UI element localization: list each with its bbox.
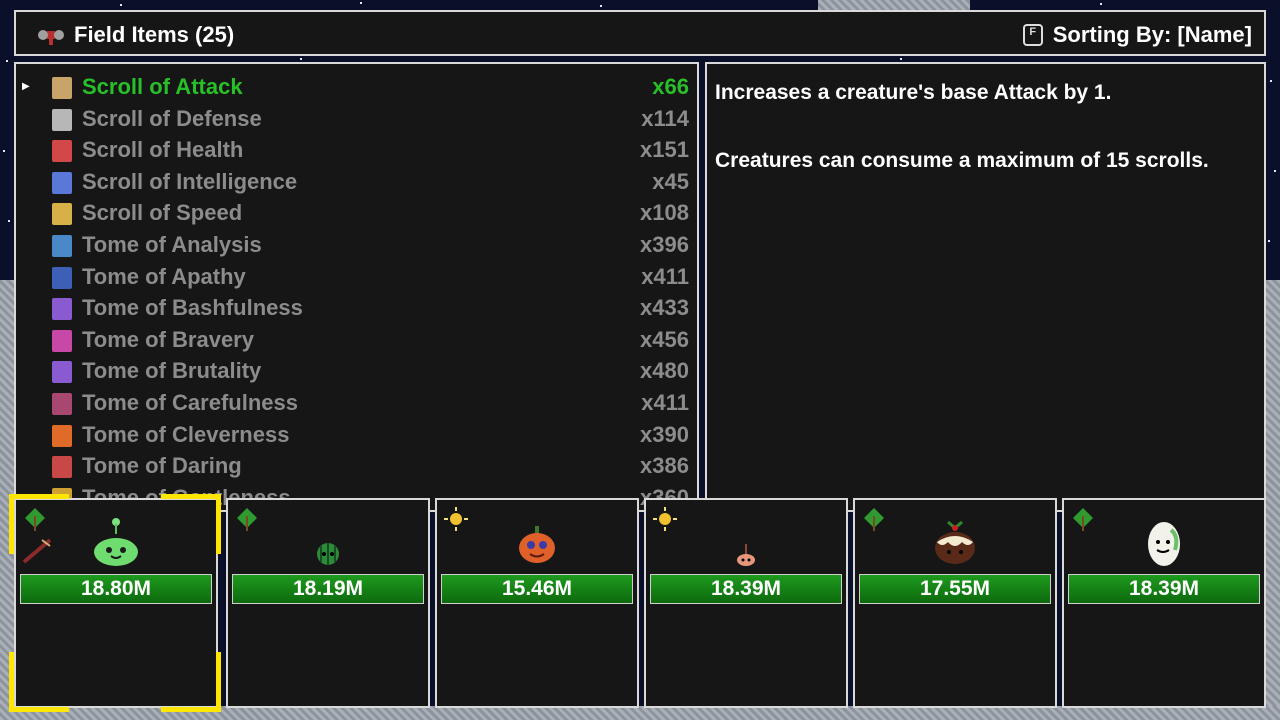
item-quantity: x151 (640, 137, 689, 163)
pudding-creature (935, 520, 975, 564)
tome-icon (52, 266, 72, 289)
list-item[interactable]: Tome of Daring x386 (16, 451, 697, 483)
item-name: Tome of Carefulness (82, 390, 298, 415)
small-sprout-creature (737, 544, 755, 566)
power-bar: 17.55M (859, 574, 1051, 604)
tome-icon (52, 393, 72, 415)
scroll-icon (52, 108, 72, 131)
inventory-header: Field Items (25) F Sorting By: [Name] (14, 10, 1266, 56)
item-name: Tome of Brutality (82, 358, 262, 384)
item-list[interactable]: ▶ Scroll of Attack x66 Scroll of Defense x11… (14, 62, 699, 512)
power-bar: 15.46M (441, 574, 633, 604)
power-bar: 18.39M (1068, 574, 1260, 604)
party-slot-3[interactable]: 15.46M (435, 498, 639, 708)
scroll-icon (52, 77, 72, 99)
item-name: Tome of Daring (82, 453, 242, 479)
leaf-icon (237, 508, 257, 531)
party-slot-6[interactable]: 18.39M (1062, 498, 1266, 708)
item-quantity: x114 (641, 105, 689, 131)
party-slot-4[interactable]: 18.39M (644, 498, 848, 708)
item-description-panel: Increases a creature's base Attack by 1.… (705, 62, 1266, 512)
list-item[interactable]: Scroll of Intelligence x45 (16, 167, 697, 199)
list-item[interactable]: ▶ Scroll of Attack x66 (16, 72, 697, 104)
item-quantity: x456 (640, 326, 689, 352)
item-quantity: x390 (640, 421, 689, 447)
bow-icon (22, 538, 52, 564)
scroll-icon (52, 140, 72, 163)
tome-icon (52, 329, 72, 352)
tome-icon (52, 456, 72, 479)
sun-icon (653, 507, 677, 531)
item-name: Scroll of Intelligence (82, 168, 298, 194)
list-item[interactable]: Scroll of Health x151 (16, 135, 697, 167)
keyboard-key-icon: F (1022, 24, 1043, 46)
sun-icon (444, 507, 468, 531)
description-line-2: Creatures can consume a maximum of 15 sc… (715, 149, 1209, 172)
item-quantity: x411 (641, 390, 689, 415)
scroll-icon (52, 203, 72, 226)
sort-label: Sorting By: [Name] (1052, 22, 1252, 47)
asteroid-rock-bottom (0, 706, 1280, 720)
item-name: Scroll of Attack (82, 74, 243, 99)
item-name: Tome of Apathy (82, 263, 246, 289)
power-bar: 18.80M (20, 574, 212, 604)
list-item[interactable]: Tome of Analysis x396 (16, 230, 697, 262)
list-item[interactable]: Scroll of Defense x114 (16, 104, 697, 136)
scroll-icon (52, 171, 72, 194)
item-name: Scroll of Speed (82, 200, 243, 226)
item-name: Scroll of Defense (82, 105, 262, 131)
tome-icon (52, 298, 72, 321)
egg-creature (1148, 522, 1180, 566)
item-quantity: x411 (641, 263, 689, 289)
pumpkin-creature (519, 526, 555, 563)
party-slot-5[interactable]: 17.55M (853, 498, 1057, 708)
item-quantity: x108 (640, 200, 689, 226)
item-quantity: x45 (652, 168, 689, 194)
item-quantity: x480 (640, 358, 689, 384)
list-item[interactable]: Scroll of Speed x108 (16, 198, 697, 230)
leaf-icon (864, 508, 884, 531)
page-title: Field Items (25) (74, 22, 235, 47)
item-name: Tome of Analysis (82, 232, 262, 257)
tome-icon (52, 424, 72, 447)
power-bar: 18.19M (232, 574, 424, 604)
tome-icon (52, 361, 72, 384)
item-quantity: x396 (640, 232, 689, 257)
leaf-icon (1073, 508, 1093, 531)
bag-icon (38, 30, 64, 45)
item-name: Tome of Bravery (82, 326, 254, 352)
watermelon-creature (317, 543, 339, 565)
selection-arrow-icon: ▶ (22, 81, 30, 92)
power-bar: 18.39M (650, 574, 842, 604)
item-name: Tome of Cleverness (82, 421, 290, 447)
sort-control[interactable]: F Sorting By: [Name] (1022, 22, 1252, 48)
item-name: Tome of Bashfulness (82, 295, 303, 321)
list-item[interactable]: Tome of Apathy x411 (16, 262, 697, 294)
list-item[interactable]: Tome of Bashfulness x433 (16, 293, 697, 325)
item-quantity: x433 (640, 295, 689, 321)
item-quantity: x386 (640, 453, 689, 479)
list-item[interactable]: Tome of Bravery x456 (16, 325, 697, 357)
item-name: Scroll of Health (82, 137, 244, 163)
party-slot-1[interactable]: 18.80M (14, 498, 218, 708)
tome-icon (52, 235, 72, 257)
list-item[interactable]: Tome of Carefulness x411 (16, 388, 697, 420)
green-slime-creature (94, 518, 138, 566)
list-item[interactable]: Tome of Brutality x480 (16, 356, 697, 388)
item-quantity: x66 (652, 74, 689, 99)
asteroid-rock-left (0, 280, 14, 720)
description-line-1: Increases a creature's base Attack by 1. (715, 81, 1112, 104)
asteroid-rock-right (1266, 280, 1280, 720)
list-item[interactable]: Tome of Cleverness x390 (16, 420, 697, 452)
party-slot-2[interactable]: 18.19M (226, 498, 430, 708)
leaf-icon (25, 508, 45, 531)
asteroid-rock-top (818, 0, 970, 10)
